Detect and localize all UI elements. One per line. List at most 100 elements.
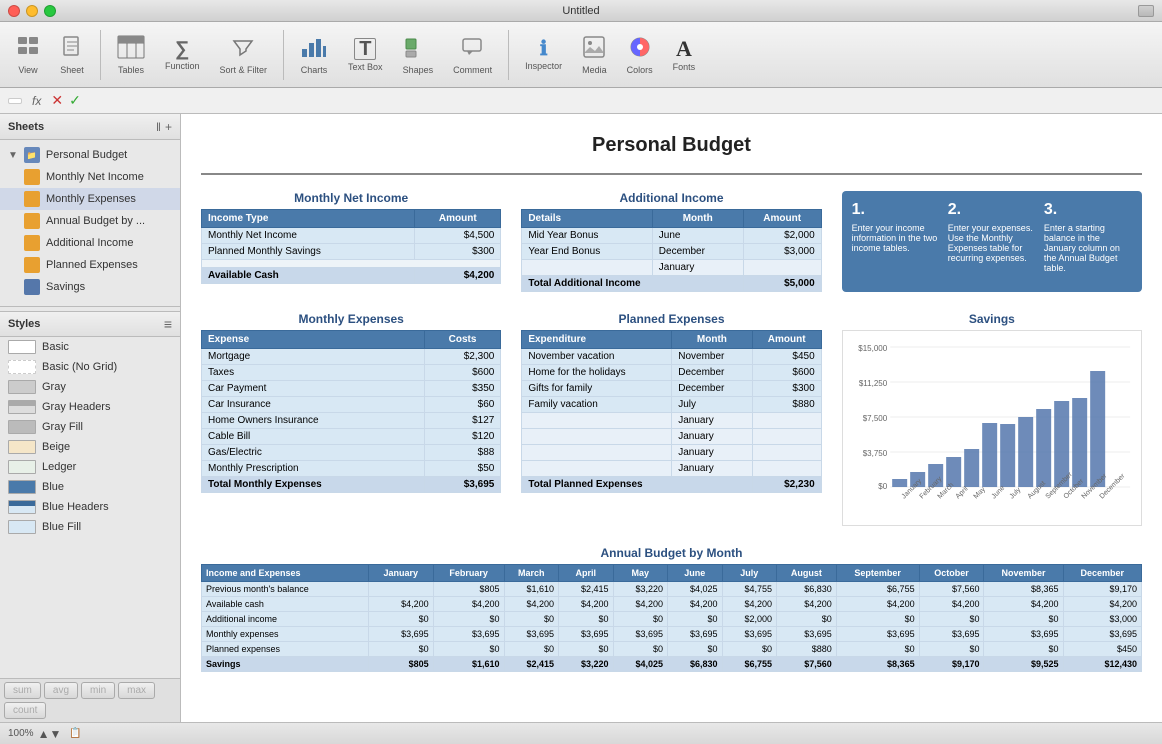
amount-cell[interactable]: $6,755 — [836, 582, 919, 597]
row-label[interactable]: Planned expenses — [202, 642, 369, 657]
amount-cell[interactable]: $0 — [668, 642, 723, 657]
amount-cell[interactable]: $4,200 — [984, 597, 1063, 612]
sidebar-item-annual-budget[interactable]: Annual Budget by ... — [0, 210, 180, 232]
amount-cell[interactable]: $6,830 — [777, 582, 837, 597]
sidebar-item-additional-income[interactable]: Additional Income — [0, 232, 180, 254]
row-label[interactable]: Monthly expenses — [202, 627, 369, 642]
style-item-gray[interactable]: Gray — [0, 377, 180, 397]
detail-cell[interactable]: Year End Bonus — [522, 244, 652, 260]
row-label[interactable]: Additional income — [202, 612, 369, 627]
amount-cell[interactable]: $0 — [504, 642, 559, 657]
content-area[interactable]: Personal Budget Monthly Net Income Incom… — [181, 114, 1162, 722]
amount-cell[interactable]: $4,200 — [777, 597, 837, 612]
expense-cell[interactable]: Cable Bill — [202, 429, 425, 445]
expense-cell[interactable]: Mortgage — [202, 349, 425, 365]
toolbar-colors[interactable]: Colors — [619, 31, 661, 79]
month-cell[interactable]: December — [672, 365, 752, 381]
amount-cell[interactable]: $3,695 — [722, 627, 777, 642]
amount-cell[interactable]: $300 — [752, 381, 821, 397]
amount-cell[interactable]: $3,000 — [1063, 612, 1141, 627]
sheets-add-button[interactable]: + — [165, 120, 172, 134]
amount-cell[interactable]: $3,695 — [836, 627, 919, 642]
row-label[interactable]: Available cash — [202, 597, 369, 612]
amount-cell[interactable]: $450 — [752, 349, 821, 365]
sum-button[interactable]: sum — [4, 682, 41, 699]
minimize-button[interactable] — [26, 5, 38, 17]
month-cell[interactable]: June — [652, 228, 743, 244]
cost-cell[interactable]: $60 — [424, 397, 501, 413]
amount-cell[interactable]: $4,200 — [919, 597, 984, 612]
amount-cell[interactable]: $3,695 — [919, 627, 984, 642]
toolbar-view[interactable]: View — [8, 31, 48, 79]
sidebar-item-monthly-net-income[interactable]: Monthly Net Income — [0, 166, 180, 188]
exp-cell[interactable] — [522, 413, 672, 429]
amount-cell[interactable] — [752, 429, 821, 445]
toolbar-text-box[interactable]: T Text Box — [340, 34, 391, 76]
maximize-button[interactable] — [44, 5, 56, 17]
style-item-blue-headers[interactable]: Blue Headers — [0, 497, 180, 517]
cost-cell[interactable]: $600 — [424, 365, 501, 381]
month-cell[interactable]: November — [672, 349, 752, 365]
detail-cell[interactable]: Mid Year Bonus — [522, 228, 652, 244]
amount-cell[interactable]: $0 — [777, 612, 837, 627]
style-item-blue-fill[interactable]: Blue Fill — [0, 517, 180, 537]
amount-cell[interactable] — [752, 413, 821, 429]
row-label[interactable]: Previous month's balance — [202, 582, 369, 597]
amount-cell[interactable]: $3,695 — [1063, 627, 1141, 642]
amount-cell[interactable] — [743, 260, 821, 276]
amount-cell[interactable]: $9,170 — [1063, 582, 1141, 597]
amount-cell[interactable]: $0 — [836, 642, 919, 657]
amount-cell[interactable]: $805 — [433, 582, 504, 597]
income-amount-cell[interactable]: $300 — [415, 244, 501, 260]
amount-cell[interactable]: $0 — [722, 642, 777, 657]
toolbar-sort-filter[interactable]: Sort & Filter — [212, 31, 276, 79]
toolbar-charts[interactable]: Charts — [292, 31, 336, 79]
toolbar-comment[interactable]: Comment — [445, 31, 500, 79]
amount-cell[interactable]: $4,200 — [722, 597, 777, 612]
style-item-gray-headers[interactable]: Gray Headers — [0, 397, 180, 417]
amount-cell[interactable]: $1,610 — [504, 582, 559, 597]
amount-cell[interactable]: $0 — [668, 612, 723, 627]
amount-cell[interactable]: $0 — [984, 612, 1063, 627]
style-item-basic[interactable]: Basic — [0, 337, 180, 357]
amount-cell[interactable]: $0 — [984, 642, 1063, 657]
toolbar-shapes[interactable]: Shapes — [395, 31, 442, 79]
amount-cell[interactable]: $0 — [919, 612, 984, 627]
amount-cell[interactable]: $4,200 — [433, 597, 504, 612]
style-item-basic-no-grid[interactable]: Basic (No Grid) — [0, 357, 180, 377]
exp-cell[interactable]: Gifts for family — [522, 381, 672, 397]
month-cell[interactable]: December — [672, 381, 752, 397]
amount-cell[interactable]: $0 — [368, 642, 433, 657]
month-cell[interactable]: January — [672, 413, 752, 429]
cancel-formula-button[interactable]: ✕ — [51, 92, 63, 109]
income-amount-cell[interactable]: $4,500 — [415, 228, 501, 244]
cost-cell[interactable]: $120 — [424, 429, 501, 445]
amount-cell[interactable]: $0 — [433, 612, 504, 627]
amount-cell[interactable]: $3,695 — [613, 627, 668, 642]
amount-cell[interactable]: $2,000 — [743, 228, 821, 244]
zoom-stepper[interactable]: ▲▼ — [38, 727, 62, 741]
amount-cell[interactable]: $7,560 — [919, 582, 984, 597]
month-cell[interactable]: July — [672, 397, 752, 413]
expense-cell[interactable]: Home Owners Insurance — [202, 413, 425, 429]
expense-cell[interactable]: Taxes — [202, 365, 425, 381]
amount-cell[interactable]: $0 — [836, 612, 919, 627]
count-button[interactable]: count — [4, 702, 46, 719]
month-cell[interactable]: January — [652, 260, 743, 276]
sidebar-item-monthly-expenses[interactable]: Monthly Expenses — [0, 188, 180, 210]
amount-cell[interactable] — [368, 582, 433, 597]
amount-cell[interactable]: $450 — [1063, 642, 1141, 657]
amount-cell[interactable]: $3,695 — [559, 627, 614, 642]
cost-cell[interactable]: $2,300 — [424, 349, 501, 365]
sidebar-item-personal-budget[interactable]: ▼ 📁 Personal Budget — [0, 144, 180, 166]
avg-button[interactable]: avg — [44, 682, 78, 699]
style-item-beige[interactable]: Beige — [0, 437, 180, 457]
expense-cell[interactable]: Gas/Electric — [202, 445, 425, 461]
cost-cell[interactable]: $350 — [424, 381, 501, 397]
amount-cell[interactable]: $4,025 — [668, 582, 723, 597]
expense-cell[interactable]: Car Insurance — [202, 397, 425, 413]
amount-cell[interactable]: $3,220 — [613, 582, 668, 597]
cost-cell[interactable]: $127 — [424, 413, 501, 429]
toolbar-tables[interactable]: Tables — [109, 31, 153, 79]
amount-cell[interactable]: $0 — [613, 642, 668, 657]
